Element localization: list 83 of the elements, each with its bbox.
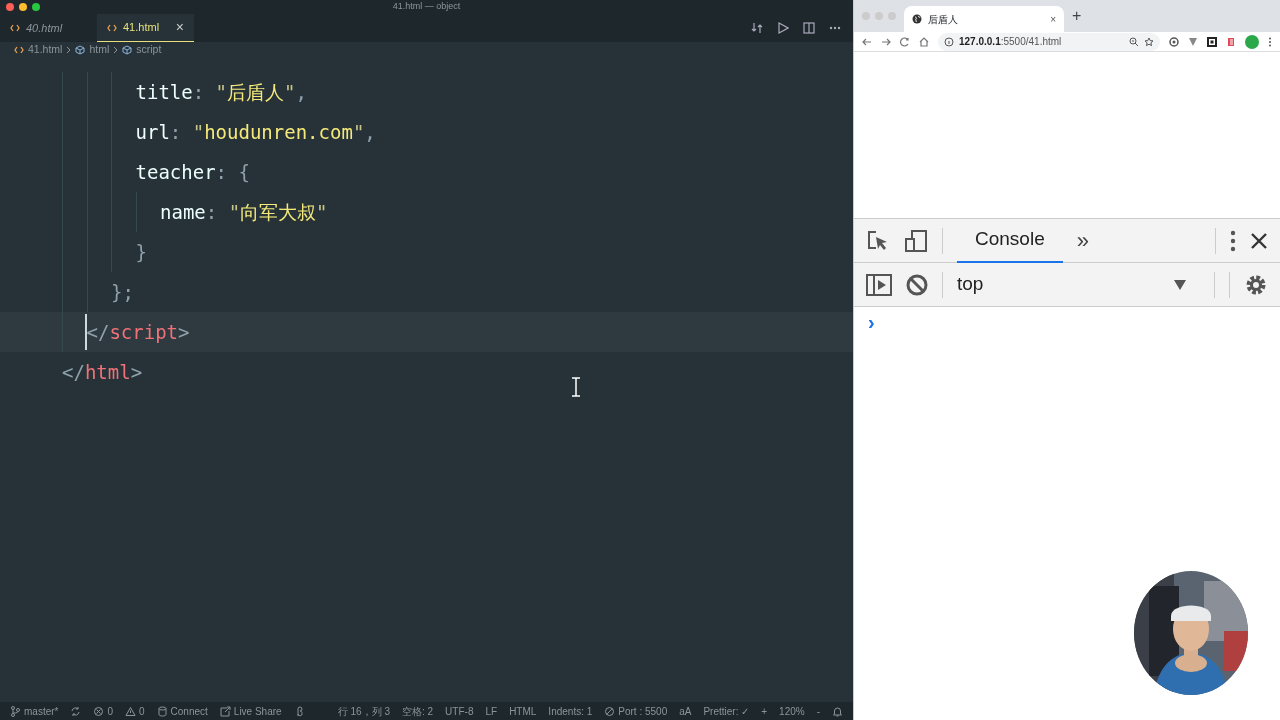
close-button[interactable]: × — [1050, 11, 1056, 27]
close-button[interactable]: × — [175, 17, 184, 38]
tab-title: 后盾人 — [928, 12, 958, 27]
code-line: name: "向军大叔" — [160, 199, 328, 225]
status-item[interactable]: Port : 5500 — [618, 703, 668, 719]
zoom-icon — [1129, 36, 1139, 47]
compare-icon[interactable] — [751, 22, 763, 34]
browser-tab[interactable]: 后盾人 × — [904, 6, 1064, 32]
status-item[interactable]: 120% — [779, 703, 805, 719]
code-file-icon — [14, 46, 24, 54]
status-item[interactable]: - — [816, 703, 820, 719]
zoom-light[interactable] — [32, 3, 40, 11]
status-item[interactable]: aA — [679, 703, 692, 719]
home-icon[interactable] — [919, 36, 929, 47]
bell-icon[interactable] — [832, 705, 843, 717]
breadcrumb-item[interactable]: 41.html — [28, 42, 63, 58]
status-item[interactable]: 行 16，列 3 — [337, 703, 390, 719]
menu-icon[interactable] — [1268, 36, 1272, 47]
breadcrumb-item[interactable]: html — [89, 42, 110, 58]
back-icon[interactable] — [862, 36, 872, 47]
editor-tab[interactable]: 40.html — [0, 14, 97, 42]
code-line: } — [135, 239, 147, 265]
branch-icon[interactable] — [10, 705, 21, 717]
status-item[interactable]: LF — [485, 703, 498, 719]
close-light[interactable] — [6, 3, 14, 11]
window-title: 41.html — object — [392, 0, 461, 14]
split-editor-icon[interactable] — [803, 22, 815, 34]
text-cursor-icon — [571, 377, 581, 397]
code-line: teacher: { — [135, 159, 250, 185]
run-icon[interactable] — [777, 22, 789, 34]
more-tabs-button[interactable]: » — [1076, 224, 1089, 257]
funnel-icon[interactable] — [1188, 36, 1198, 47]
close-icon[interactable] — [1250, 231, 1268, 250]
status-item[interactable]: Indents: 1 — [548, 703, 593, 719]
new-tab-button[interactable]: + — [1072, 4, 1082, 32]
status-item[interactable]: master* — [24, 703, 59, 719]
port-icon[interactable] — [604, 705, 616, 717]
code-file-icon — [10, 24, 20, 32]
status-item[interactable]: Connect — [170, 703, 208, 719]
console-prompt[interactable]: › — [868, 311, 875, 333]
status-item[interactable]: UTF-8 — [445, 703, 474, 719]
info-icon — [944, 36, 954, 47]
status-item[interactable]: Prettier: ✓ — [703, 703, 750, 719]
globe-icon — [912, 14, 922, 24]
code-file-icon — [107, 23, 117, 32]
editor-tab[interactable]: 41.html × — [97, 14, 194, 42]
code-line: url: "houdunren.com", — [135, 119, 376, 145]
code-line: </html> — [62, 359, 143, 385]
star-icon — [1144, 36, 1154, 47]
chevron-icon — [66, 46, 72, 54]
status-item[interactable]: HTML — [509, 703, 537, 719]
error-icon[interactable] — [93, 705, 105, 717]
clear-icon[interactable] — [906, 273, 928, 296]
code-line: }; — [111, 279, 134, 305]
target-icon[interactable] — [1169, 36, 1179, 47]
status-item[interactable]: 空格: 2 — [402, 703, 434, 719]
warning-icon[interactable] — [125, 705, 136, 717]
minimize-light[interactable] — [19, 3, 27, 11]
code-line: </script> — [86, 319, 190, 345]
sync-icon[interactable] — [70, 705, 82, 717]
status-item[interactable]: 0 — [139, 703, 145, 719]
text-caret — [84, 314, 87, 350]
context-label: top — [957, 272, 984, 297]
code-line: title: "后盾人", — [135, 79, 307, 105]
profile-avatar-icon[interactable] — [1245, 34, 1259, 49]
cube-icon — [75, 45, 86, 55]
status-item[interactable]: + — [761, 703, 768, 719]
forward-icon[interactable] — [881, 36, 891, 47]
sidebar-toggle-icon[interactable] — [866, 273, 892, 296]
breadcrumb-item[interactable]: script — [136, 42, 162, 58]
database-icon[interactable] — [156, 705, 168, 717]
status-item[interactable]: 0 — [107, 703, 113, 719]
share-icon[interactable] — [219, 705, 231, 717]
more-icon[interactable] — [1230, 229, 1236, 252]
cube-icon — [122, 45, 133, 55]
device-toolbar-icon[interactable] — [904, 228, 928, 253]
square-icon[interactable] — [1207, 36, 1217, 47]
status-item[interactable]: Live Share — [233, 703, 282, 719]
chevron-icon — [113, 46, 119, 54]
more-icon[interactable] — [829, 26, 841, 30]
extension-icon[interactable] — [1226, 36, 1236, 47]
reload-icon[interactable] — [900, 36, 910, 47]
dropdown-arrow-icon — [1174, 279, 1186, 290]
